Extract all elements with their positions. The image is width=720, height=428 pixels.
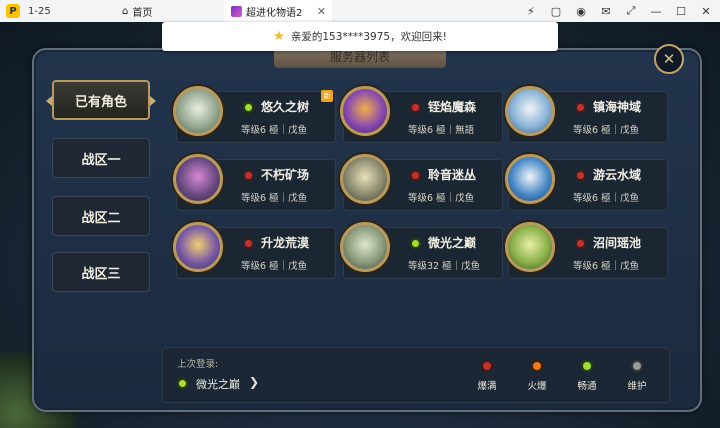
status-full-icon (410, 102, 421, 113)
server-portrait-icon (173, 154, 223, 204)
server-grid: 悠久之树 等级6 極｜戊鱼 新 铚焰魔森 等级6 極｜無語 镇海神域 等级6 極… (162, 73, 670, 335)
server-name: 聆音迷丛 (428, 168, 477, 182)
server-level: 等级6 極｜無語 (408, 125, 475, 136)
welcome-message: 亲爱的153****3975，欢迎回来! (290, 31, 447, 43)
panel-close-button[interactable]: ✕ (654, 44, 684, 74)
status-full-icon (575, 102, 586, 113)
server-portrait-icon (505, 86, 555, 136)
game-tab[interactable]: 超进化物语2 ✕ (224, 0, 332, 22)
server-portrait-icon (505, 222, 555, 272)
server-level: 等级6 極｜戊鱼 (241, 261, 308, 272)
server-card[interactable]: 镇海神域 等级6 極｜戊鱼 (505, 86, 668, 143)
server-card[interactable]: 铚焰魔森 等级6 極｜無語 (340, 86, 503, 143)
status-full-icon (243, 170, 254, 181)
star-icon: ★ (273, 29, 285, 44)
window-tools: ⚡ ▢ ◉ ✉ ⤢ — ☐ ✕ (523, 0, 714, 22)
server-level: 等级6 極｜戊鱼 (573, 193, 640, 204)
server-card[interactable]: 聆音迷丛 等级6 極｜戊鱼 (340, 154, 503, 211)
status-full-icon (481, 360, 493, 372)
server-portrait-icon (505, 154, 555, 204)
minimize-icon[interactable]: — (648, 5, 664, 18)
boost-icon[interactable]: ⚡ (523, 5, 539, 18)
legend-label: 维护 (627, 381, 647, 392)
legend-maintenance: 维护 (617, 360, 657, 392)
app-logo-icon: P (6, 4, 20, 18)
mail-icon[interactable]: ✉ (598, 5, 614, 18)
server-level: 等级6 極｜戊鱼 (573, 125, 640, 136)
server-portrait-icon (173, 86, 223, 136)
version-label: 1-25 (28, 5, 51, 17)
server-level: 等级6 極｜戊鱼 (241, 125, 308, 136)
legend-label: 爆满 (477, 381, 497, 392)
server-card[interactable]: 悠久之树 等级6 極｜戊鱼 新 (173, 86, 336, 143)
close-window-icon[interactable]: ✕ (698, 5, 714, 18)
legend-full: 爆满 (467, 360, 507, 392)
server-name: 游云水域 (593, 168, 642, 182)
server-card[interactable]: 沼间瑶池 等级6 極｜戊鱼 (505, 222, 668, 279)
screen-icon[interactable]: ▢ (548, 5, 564, 18)
server-level: 等级32 極｜戊鱼 (408, 261, 481, 272)
status-smooth-icon (581, 360, 593, 372)
maximize-icon[interactable]: ☐ (673, 5, 689, 18)
expand-icon[interactable]: ⤢ (623, 4, 639, 18)
server-card[interactable]: 微光之巅 等级32 極｜戊鱼 (340, 222, 503, 279)
status-full-icon (575, 238, 586, 249)
home-tab[interactable]: ⌂ 首页 (122, 0, 152, 22)
server-name: 不朽矿场 (261, 168, 310, 182)
server-portrait-icon (173, 222, 223, 272)
legend-smooth: 畅通 (567, 360, 607, 392)
new-badge: 新 (321, 90, 333, 102)
server-list-footer: 上次登录: 微光之巅 ❯ 爆满 火爆 畅通 维护 (162, 347, 670, 403)
welcome-toast: ★ 亲爱的153****3975，欢迎回来! (162, 22, 558, 51)
tab-title: 超进化物语2 (246, 7, 303, 19)
game-icon (231, 5, 242, 17)
server-card[interactable]: 升龙荒漠 等级6 極｜戊鱼 (173, 222, 336, 279)
status-full-icon (243, 238, 254, 249)
status-smooth-icon (243, 102, 254, 113)
server-level: 等级6 極｜戊鱼 (573, 261, 640, 272)
server-portrait-icon (340, 222, 390, 272)
server-level: 等级6 極｜戊鱼 (408, 193, 475, 204)
status-smooth-icon (410, 238, 421, 249)
sidebar-item-zone-2[interactable]: 战区二 (52, 196, 150, 236)
status-full-icon (575, 170, 586, 181)
server-name: 沼间瑶池 (593, 236, 642, 250)
sidebar-item-zone-1[interactable]: 战区一 (52, 138, 150, 178)
legend-hot: 火爆 (517, 360, 557, 392)
server-name: 悠久之树 (261, 100, 310, 114)
status-smooth-icon (177, 378, 188, 389)
status-maintenance-icon (631, 360, 643, 372)
server-name: 铚焰魔森 (428, 100, 477, 114)
chevron-right-icon[interactable]: ❯ (249, 375, 259, 389)
status-hot-icon (531, 360, 543, 372)
server-card[interactable]: 游云水域 等级6 極｜戊鱼 (505, 154, 668, 211)
last-login-label: 上次登录: (177, 359, 219, 370)
legend-label: 畅通 (577, 381, 597, 392)
server-card[interactable]: 不朽矿场 等级6 極｜戊鱼 (173, 154, 336, 211)
server-name: 升龙荒漠 (261, 236, 310, 250)
account-icon[interactable]: ◉ (573, 5, 589, 18)
home-label: 首页 (132, 7, 153, 19)
server-portrait-icon (340, 86, 390, 136)
server-portrait-icon (340, 154, 390, 204)
sidebar-item-existing-roles[interactable]: 已有角色 (46, 80, 156, 120)
server-name: 微光之巅 (428, 236, 477, 250)
server-name: 镇海神域 (593, 100, 642, 114)
home-icon: ⌂ (122, 5, 129, 17)
sidebar-item-zone-3[interactable]: 战区三 (52, 252, 150, 292)
emulator-titlebar: P 1-25 ⌂ 首页 超进化物语2 ✕ ⚡ ▢ ◉ ✉ ⤢ — ☐ ✕ (0, 0, 720, 23)
legend-label: 火爆 (527, 381, 547, 392)
last-login-server[interactable]: 微光之巅 (196, 376, 240, 392)
status-full-icon (410, 170, 421, 181)
tab-close-icon[interactable]: ✕ (317, 5, 326, 18)
server-level: 等级6 極｜戊鱼 (241, 193, 308, 204)
